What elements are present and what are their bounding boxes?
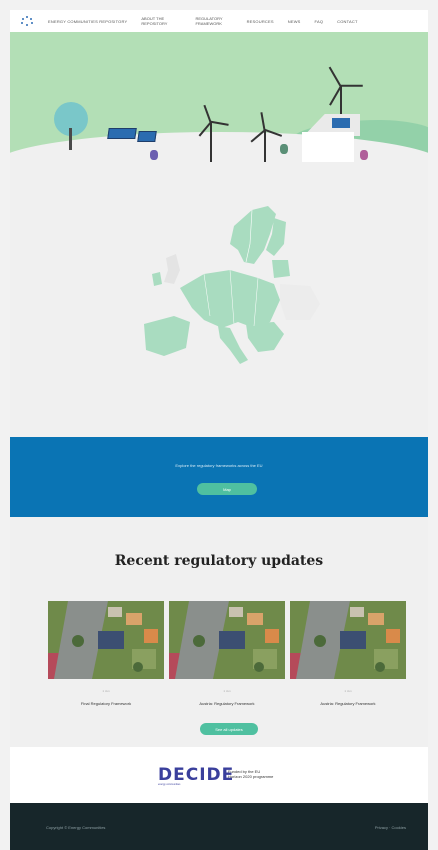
baltics-region [272,260,290,278]
card-title: Austria: Regulatory Framework [199,701,255,706]
map-cta-band: Explore the regulatory frameworks across… [10,437,428,517]
update-card[interactable]: 1 Jun Austria: Regulatory Framework [169,601,285,706]
person-icon [150,150,158,160]
balkans-region [246,322,284,352]
card-date: 1 Jun [102,689,110,693]
site-name-link[interactable]: ENERGY COMMUNITIES REPOSITORY [48,19,127,24]
wind-turbine-icon [210,122,212,162]
italy-region [218,326,248,364]
cta-text: Explore the regulatory frameworks across… [175,463,263,468]
aerial-houses-image [48,601,164,679]
aerial-photo-graphic [169,601,285,679]
uk-region [164,254,180,284]
nav-item-contact[interactable]: CONTACT [337,19,357,24]
partner-strip: DECIDE energy communities Funded by the … [10,747,428,803]
hero-illustration [10,32,428,162]
nav-item-regulatory-line2: FRAMEWORK [195,21,222,26]
person-icon [360,150,368,160]
house-icon [302,132,354,162]
turbine-blade [210,121,229,126]
card-title: Final Regulatory Framework [80,701,132,706]
eu-stars-logo-icon[interactable] [20,16,34,26]
wind-turbine-icon [264,130,266,162]
updates-title: Recent regulatory updates [114,553,324,569]
ukraine-region [280,284,320,320]
solar-panel-icon [107,128,137,139]
turbine-blade [340,85,363,87]
turbine-blade [329,66,342,87]
funding-line2: Horizon 2020 programme [228,774,274,779]
eu-map-section [10,162,428,437]
decide-logo-subtitle: energy communities [158,783,181,786]
nav-item-about-line2: REPOSITORY [141,21,168,26]
person-icon [280,144,288,154]
updates-section: Recent regulatory updates 1 Jun Final Re [10,517,428,747]
nav-item-regulatory[interactable]: REGULATORY FRAMEWORK [195,16,222,26]
turbine-blade [203,104,212,123]
top-navigation: ENERGY COMMUNITIES REPOSITORY ABOUT THE … [10,10,428,32]
nav-item-news[interactable]: NEWS [288,19,301,24]
central-europe-region [180,270,280,328]
aerial-photo-graphic [48,601,164,679]
nav-item-about[interactable]: ABOUT THE REPOSITORY [141,16,167,26]
update-card[interactable]: 1 Jun Final Regulatory Framework [48,601,164,706]
decide-logo[interactable]: DECIDE [158,765,234,785]
roof-solar-panel-icon [332,118,350,128]
scandinavia-region [230,206,276,264]
card-date: 1 Jun [223,689,231,693]
website-page: ENERGY COMMUNITIES REPOSITORY ABOUT THE … [10,10,428,850]
iberia-region [144,316,190,356]
nav-item-faq[interactable]: FAQ [315,19,324,24]
eu-map[interactable] [134,204,320,384]
aerial-houses-image [169,601,285,679]
solar-panel-icon [137,131,157,142]
card-title: Austria: Regulatory Framework [320,701,376,706]
funding-text: Funded by the EU Horizon 2020 programme [228,769,273,779]
update-card[interactable]: 1 Jun Austria: Regulatory Framework [290,601,406,706]
card-date: 1 Jun [344,689,352,693]
aerial-photo-graphic [290,601,406,679]
aerial-houses-image [290,601,406,679]
ireland-region [152,272,162,286]
page: ENERGY COMMUNITIES REPOSITORY ABOUT THE … [0,0,438,850]
footer-links[interactable]: Privacy · Cookies [375,825,406,830]
see-all-updates-button[interactable]: See all updates [200,723,258,735]
nav-item-resources[interactable]: RESOURCES [247,19,274,24]
footer: Copyright © Energy Communities Privacy ·… [10,803,428,850]
tree-trunk [69,128,72,150]
turbine-blade [260,112,266,131]
footer-copyright: Copyright © Energy Communities [46,825,106,830]
map-button[interactable]: Map [197,483,257,495]
